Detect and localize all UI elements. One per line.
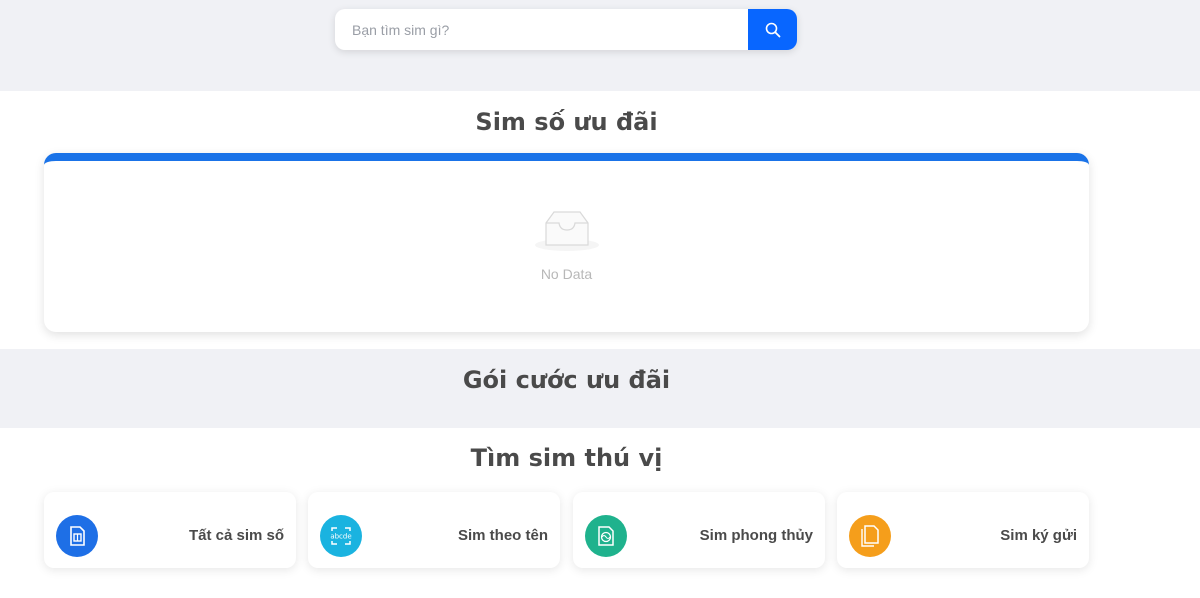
interesting-sims-title: Tìm sim thú vị — [470, 444, 663, 472]
search-icon — [765, 22, 780, 37]
svg-text:abcde: abcde — [330, 533, 351, 541]
category-label: Sim theo tên — [457, 527, 548, 544]
feng-shui-icon — [585, 515, 627, 557]
category-feng-shui[interactable]: Sim phong thủy — [573, 492, 825, 568]
promo-sims-title: Sim số ưu đãi — [475, 108, 658, 136]
category-sim-by-name[interactable]: abcde Sim theo tên — [308, 492, 560, 568]
category-consignment[interactable]: Sim ký gửi — [837, 492, 1089, 568]
promo-packages-title: Gói cước ưu đãi — [462, 366, 671, 394]
search-bar — [335, 9, 797, 50]
empty-state: No Data — [44, 209, 1089, 282]
category-label: Sim ký gửi — [1000, 527, 1077, 544]
category-label: Tất cả sim số — [188, 527, 284, 544]
documents-icon — [849, 515, 891, 557]
sim-card-icon — [56, 515, 98, 557]
promo-sims-card: No Data — [44, 153, 1089, 332]
name-tag-icon: abcde — [320, 515, 362, 557]
empty-text: No Data — [540, 266, 593, 282]
search-button[interactable] — [748, 9, 797, 50]
category-label: Sim phong thủy — [699, 527, 813, 544]
category-all-sims[interactable]: Tất cả sim số — [44, 492, 296, 568]
empty-inbox-icon — [534, 211, 599, 251]
search-input[interactable] — [335, 9, 748, 50]
